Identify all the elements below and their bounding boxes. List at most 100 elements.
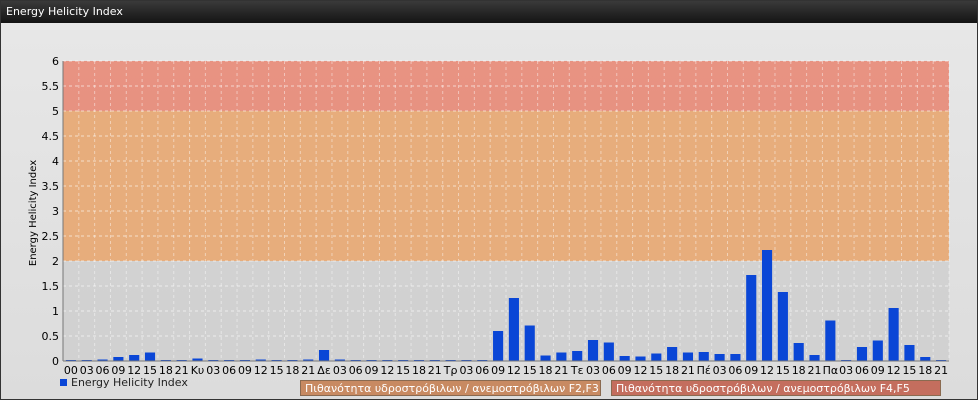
x-tick-label: 09	[365, 364, 379, 377]
x-tick-label: 03	[586, 364, 600, 377]
x-tick-label: 03	[713, 364, 727, 377]
x-tick-label: 06	[222, 364, 236, 377]
y-tick-label: 3.5	[42, 180, 60, 193]
x-tick-label: 21	[301, 364, 315, 377]
x-tick-label: 12	[380, 364, 394, 377]
y-tick-label: 0	[52, 355, 59, 368]
legend-label: Energy Helicity Index	[71, 376, 188, 389]
bar-52[interactable]	[888, 308, 899, 361]
bar-37[interactable]	[651, 353, 662, 362]
x-tick-label: 15	[776, 364, 790, 377]
x-tick-label: 12	[887, 364, 901, 377]
x-tick-label: 18	[412, 364, 426, 377]
x-tick-label: 21	[681, 364, 695, 377]
x-tick-label: 09	[871, 364, 885, 377]
bar-39[interactable]	[682, 352, 694, 362]
y-tick-label: 5	[52, 105, 59, 118]
x-tick-label: 15	[649, 364, 663, 377]
y-tick-label: 1	[52, 305, 59, 318]
bar-40[interactable]	[698, 352, 709, 361]
bar-53[interactable]	[904, 345, 915, 361]
y-axis-label: Energy Helicity Index	[28, 160, 39, 266]
y-tick-label: 4.5	[42, 130, 60, 143]
bar-4[interactable]	[129, 355, 140, 361]
x-tick-label: 09	[618, 364, 632, 377]
bar-29[interactable]	[524, 325, 535, 362]
x-tick-label: Τρ	[443, 364, 458, 377]
x-tick-label: 09	[744, 364, 758, 377]
y-axis: 0 0.5 1 1.5 2 2.5 3 3.5 4 4.5 5 5.5 6	[42, 55, 64, 368]
x-tick-label: Τε	[570, 364, 584, 377]
bar-35[interactable]	[619, 356, 630, 361]
bar-33[interactable]	[587, 340, 599, 361]
y-tick-label: 1.5	[42, 280, 60, 293]
bar-51[interactable]	[872, 340, 883, 362]
window-title: Energy Helicity Index	[1, 1, 977, 23]
bar-28[interactable]	[508, 298, 519, 361]
bar-27[interactable]	[493, 331, 504, 361]
bar-50[interactable]	[856, 347, 868, 361]
x-tick-label: 06	[349, 364, 363, 377]
x-tick-label: 03	[839, 364, 853, 377]
bar-31[interactable]	[556, 352, 567, 362]
x-tick-label: 06	[855, 364, 869, 377]
bar-54[interactable]	[920, 357, 931, 361]
bar-3[interactable]	[113, 357, 124, 361]
y-tick-label: 4	[52, 155, 59, 168]
bar-48[interactable]	[825, 320, 836, 362]
x-tick-label: 15	[902, 364, 916, 377]
bar-42[interactable]	[730, 354, 741, 361]
band-label-f4f5: Πιθανότητα υδροστρόβιλων / ανεμοστρόβιλω…	[611, 380, 941, 396]
y-tick-label: 3	[52, 205, 59, 218]
bar-34[interactable]	[603, 342, 614, 362]
legend[interactable]: Energy Helicity Index	[60, 376, 188, 389]
band-label-f2f3: Πιθανότητα υδροστρόβιλων / ανεμοστρόβιλω…	[300, 380, 601, 396]
bar-36[interactable]	[635, 356, 646, 362]
x-tick-label: 21	[428, 364, 442, 377]
chart-window: Energy Helicity Index 0 0.5 1 1.5 2 2.5 3 3.5 4 4…	[0, 0, 978, 400]
x-tick-label: 03	[206, 364, 220, 377]
x-tick-label: 18	[665, 364, 679, 377]
x-tick-label: Δε	[317, 364, 331, 377]
x-axis: 00 03 06 09 12 15 18 21 Κυ 03 06 09 12 15 18 21 Δε 03 06 09…	[63, 360, 949, 377]
y-tick-label: 2	[52, 255, 59, 268]
x-tick-label: 21	[808, 364, 822, 377]
x-tick-label: 03	[459, 364, 473, 377]
x-tick-label: 06	[728, 364, 742, 377]
x-tick-label: 12	[254, 364, 268, 377]
y-tick-label: 6	[52, 55, 59, 68]
x-tick-label: 12	[507, 364, 521, 377]
bar-46[interactable]	[793, 343, 804, 361]
x-tick-label: Κυ	[191, 364, 205, 377]
x-tick-label: Πέ	[697, 364, 711, 377]
x-tick-label: 18	[792, 364, 806, 377]
x-tick-label: 15	[270, 364, 284, 377]
x-tick-label: 21	[934, 364, 948, 377]
x-tick-label: 03	[333, 364, 347, 377]
bar-30[interactable]	[540, 355, 551, 362]
x-tick-label: 12	[633, 364, 647, 377]
x-tick-label: 09	[491, 364, 505, 377]
bar-5[interactable]	[144, 352, 156, 362]
bar-16[interactable]	[318, 350, 330, 361]
x-tick-label: 15	[396, 364, 410, 377]
y-tick-label: 5.5	[42, 80, 60, 93]
bar-43[interactable]	[746, 275, 757, 361]
legend-swatch	[60, 379, 67, 386]
x-tick-label: 06	[602, 364, 616, 377]
bar-45[interactable]	[777, 292, 788, 361]
y-tick-label: 2.5	[42, 230, 60, 243]
bar-32[interactable]	[572, 351, 583, 361]
ehi-bar-chart: 00.511.522.533.544.555.56 00 03 06 09 12 15 18…	[28, 55, 950, 377]
bar-44[interactable]	[761, 250, 773, 361]
x-tick-label: 18	[918, 364, 932, 377]
x-tick-label: 15	[523, 364, 537, 377]
bar-47[interactable]	[809, 355, 820, 361]
x-tick-label: 21	[554, 364, 568, 377]
y-tick-label: 0.5	[42, 330, 60, 343]
x-tick-label: 12	[760, 364, 774, 377]
bar-41[interactable]	[714, 354, 725, 361]
x-tick-label: Πα	[823, 364, 839, 377]
bar-38[interactable]	[667, 347, 678, 361]
x-tick-label: 09	[238, 364, 252, 377]
